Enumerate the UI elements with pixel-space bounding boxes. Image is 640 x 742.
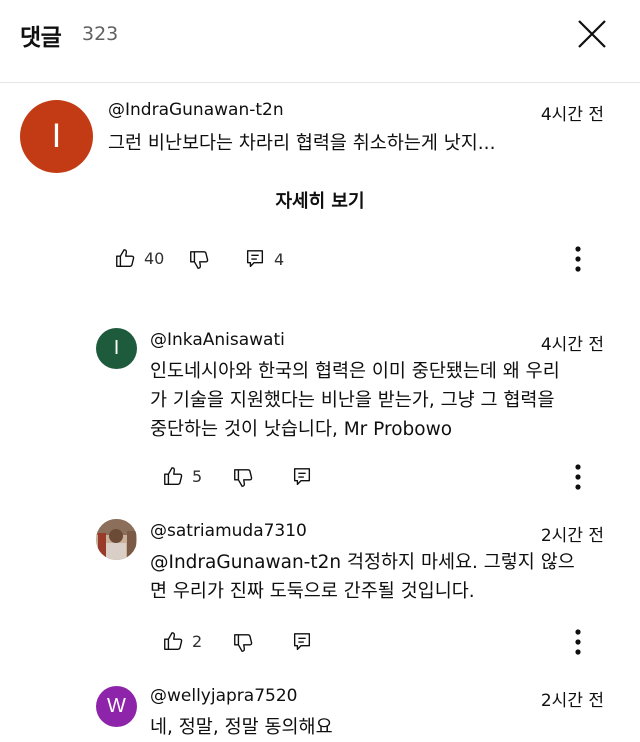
thumbs-up-icon bbox=[164, 467, 183, 485]
thumbs-down-icon bbox=[234, 634, 253, 652]
comment-text-line: 네, 정말, 정말 동의해요 bbox=[150, 717, 333, 738]
comment-text-line: @IndraGunawan-t2n 걱정하지 마세요. 그렇지 않으 bbox=[150, 552, 575, 573]
comment-time: 2시간 전 bbox=[540, 691, 604, 711]
comment-text: 인도네시아와 한국의 협력은 이미 중단됐는데 왜 우리 가 기술을 지원했다는… bbox=[150, 357, 560, 444]
comment-time: 4시간 전 bbox=[540, 335, 604, 355]
read-more-button[interactable]: 자세히 보기 bbox=[0, 187, 640, 213]
dislike-button[interactable] bbox=[232, 632, 254, 654]
thumbs-down-icon bbox=[190, 251, 209, 269]
avatar[interactable] bbox=[96, 519, 137, 560]
avatar-letter: W bbox=[107, 695, 126, 717]
comment-time: 2시간 전 bbox=[540, 526, 604, 546]
comment-text: 네, 정말, 정말 동의해요 bbox=[150, 713, 333, 742]
comment-author[interactable]: @IndraGunawan-t2n bbox=[108, 100, 284, 120]
reply-button[interactable] bbox=[291, 466, 313, 488]
comment-icon bbox=[246, 250, 264, 268]
like-count: 40 bbox=[144, 248, 165, 268]
comment-text-line: 면 우리가 진짜 도둑으로 간주될 것입니다. bbox=[150, 581, 475, 602]
like-count: 2 bbox=[192, 631, 203, 651]
like-button[interactable]: 40 bbox=[114, 247, 164, 269]
thumbs-up-icon bbox=[164, 632, 183, 650]
comment-text-line: 중단하는 것이 낫습니다, Mr Probowo bbox=[150, 419, 453, 440]
comment-author[interactable]: @satriamuda7310 bbox=[150, 521, 307, 541]
like-count: 5 bbox=[192, 466, 203, 486]
comment-author[interactable]: @InkaAnisawati bbox=[150, 330, 285, 350]
reply-item: @satriamuda7310 2시간 전 @IndraGunawan-t2n … bbox=[0, 511, 640, 671]
comments-header: 댓글 323 bbox=[0, 0, 640, 83]
comment-text-line: 인도네시아와 한국의 협력은 이미 중단됐는데 왜 우리 bbox=[150, 361, 560, 382]
comment-author[interactable]: @wellyjapra7520 bbox=[150, 686, 297, 706]
reply-count: 4 bbox=[274, 249, 285, 269]
avatar[interactable]: I bbox=[96, 328, 137, 369]
close-icon bbox=[578, 20, 606, 48]
dislike-button[interactable] bbox=[188, 249, 210, 271]
avatar-letter: I bbox=[51, 117, 62, 155]
comments-title: 댓글 bbox=[20, 25, 62, 51]
dislike-button[interactable] bbox=[232, 467, 254, 489]
comments-count: 323 bbox=[82, 23, 119, 45]
comment-thread: I @IndraGunawan-t2n 4시간 전 그런 비난보다는 차라리 협… bbox=[0, 84, 640, 284]
avatar[interactable]: W bbox=[96, 686, 137, 727]
reply-item: W @wellyjapra7520 2시간 전 네, 정말, 정말 동의해요 bbox=[0, 678, 640, 742]
comment-text: @IndraGunawan-t2n 걱정하지 마세요. 그렇지 않으 면 우리가… bbox=[150, 548, 575, 606]
more-options-button[interactable] bbox=[566, 244, 590, 274]
avatar-photo bbox=[96, 519, 137, 560]
close-button[interactable] bbox=[570, 12, 614, 56]
thumbs-up-icon bbox=[116, 249, 135, 267]
comment-text-line: 가 기술을 지원했다는 비난을 받는가, 그냥 그 협력을 bbox=[150, 390, 555, 411]
thumbs-down-icon bbox=[234, 469, 253, 487]
more-vert-icon bbox=[575, 629, 581, 655]
reply-button[interactable] bbox=[291, 631, 313, 653]
more-vert-icon bbox=[575, 464, 581, 490]
avatar-letter: I bbox=[113, 337, 120, 359]
reply-item: I @InkaAnisawati 4시간 전 인도네시아와 한국의 협력은 이미… bbox=[0, 320, 640, 500]
more-vert-icon bbox=[575, 246, 581, 272]
like-button[interactable]: 5 bbox=[162, 465, 202, 487]
replies-button[interactable]: 4 bbox=[244, 248, 284, 270]
more-options-button[interactable] bbox=[566, 627, 590, 657]
avatar[interactable]: I bbox=[20, 100, 93, 173]
comment-icon bbox=[293, 468, 311, 486]
comment-time: 4시간 전 bbox=[540, 105, 604, 125]
more-options-button[interactable] bbox=[566, 462, 590, 492]
comment-text: 그런 비난보다는 차라리 협력을 취소하는게 낫지... bbox=[108, 133, 496, 154]
comment-icon bbox=[293, 633, 311, 651]
like-button[interactable]: 2 bbox=[162, 630, 202, 652]
